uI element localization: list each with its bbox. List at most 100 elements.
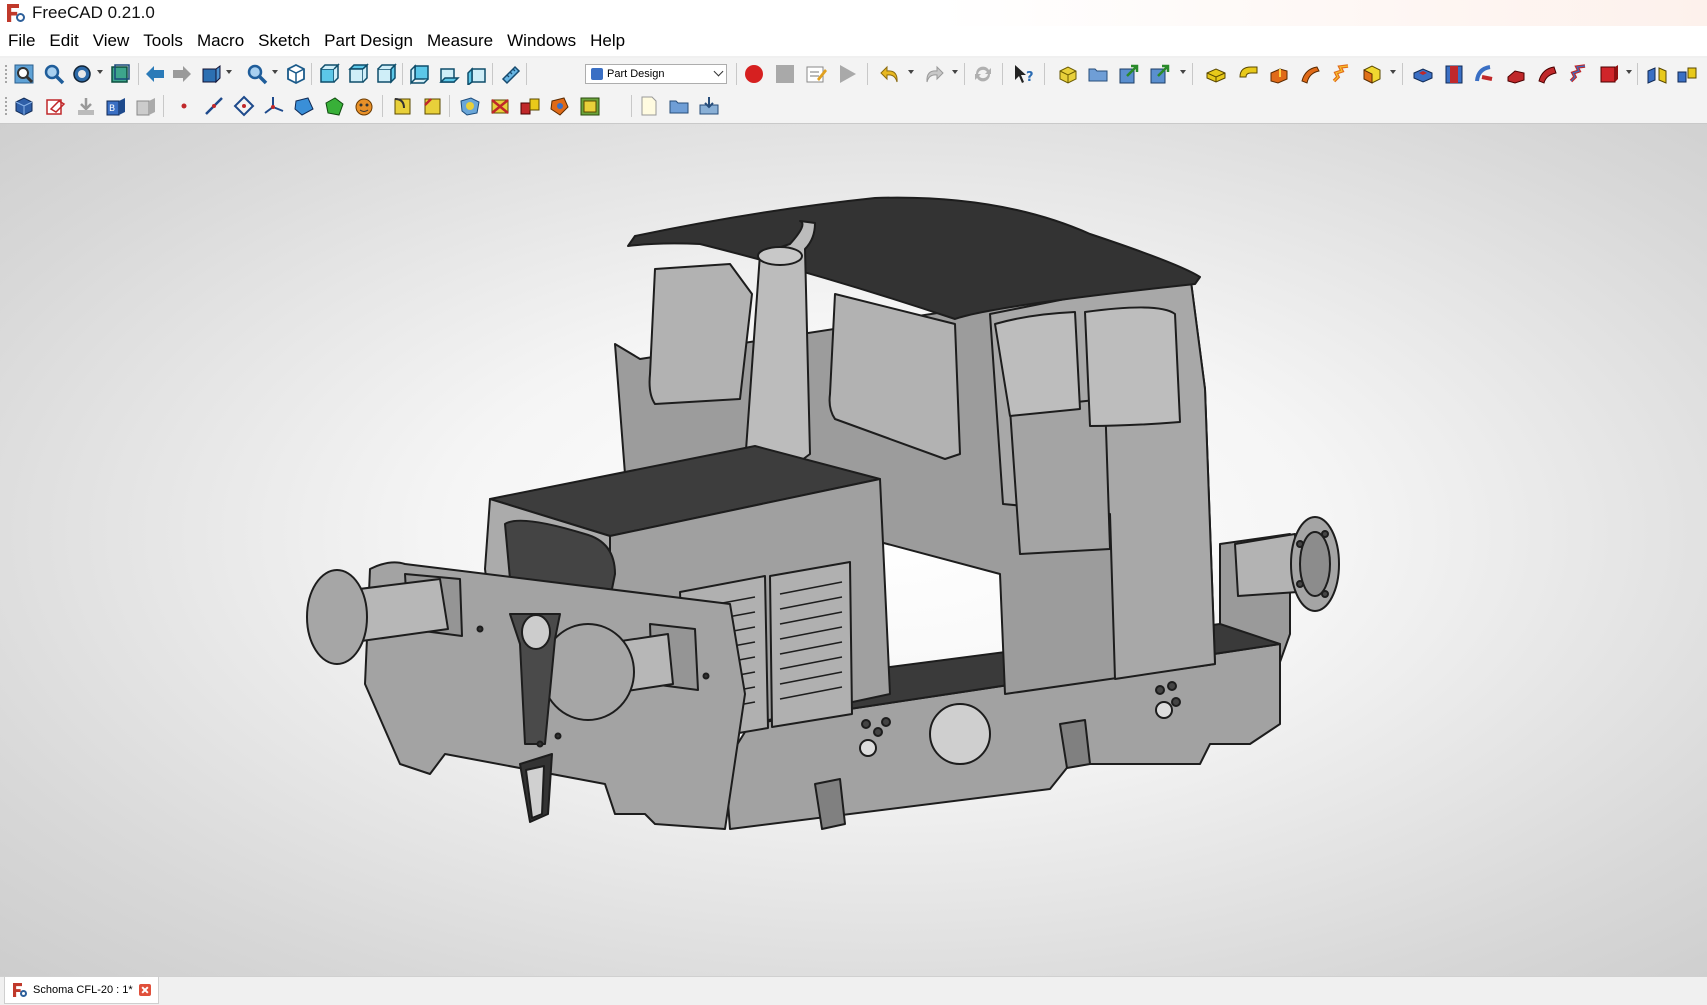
link-actions-dropdown-icon[interactable] bbox=[1180, 70, 1186, 74]
subtractive-pipe-icon[interactable] bbox=[1535, 62, 1559, 86]
clone-icon[interactable] bbox=[134, 94, 158, 118]
toolbar-grip[interactable] bbox=[4, 96, 8, 116]
redo-icon[interactable] bbox=[922, 62, 946, 86]
fit-selection-icon[interactable] bbox=[42, 62, 66, 86]
rear-view-icon[interactable] bbox=[408, 62, 432, 86]
additive-tools-icon[interactable] bbox=[578, 94, 602, 118]
std-views-icon[interactable] bbox=[245, 62, 269, 86]
subtractive-primitive-icon[interactable] bbox=[1597, 62, 1621, 86]
fit-all-icon[interactable] bbox=[12, 62, 36, 86]
toolbar-separator bbox=[1002, 63, 1003, 85]
groove-icon[interactable] bbox=[1473, 62, 1497, 86]
chamfer-icon[interactable] bbox=[421, 94, 445, 118]
undo-dropdown-icon[interactable] bbox=[908, 70, 914, 74]
std-views-dropdown-icon[interactable] bbox=[272, 70, 278, 74]
workbench-selected-label: Part Design bbox=[607, 68, 665, 80]
workbench-selector[interactable]: Part Design bbox=[585, 64, 727, 84]
save-document-icon[interactable] bbox=[697, 94, 721, 118]
menu-sketch[interactable]: Sketch bbox=[251, 26, 317, 56]
datum-plane-icon[interactable] bbox=[232, 94, 256, 118]
right-view-icon[interactable] bbox=[374, 62, 398, 86]
sub-shape-binder-icon[interactable] bbox=[292, 94, 316, 118]
toolbar-separator bbox=[964, 63, 965, 85]
macro-record-icon[interactable] bbox=[742, 62, 766, 86]
clone2-icon[interactable] bbox=[352, 94, 376, 118]
draw-style-dropdown-icon[interactable] bbox=[97, 70, 103, 74]
document-tab[interactable]: Schoma CFL-20 : 1* bbox=[4, 977, 159, 1004]
measure-distance-icon[interactable] bbox=[498, 62, 522, 86]
undo-icon[interactable] bbox=[878, 62, 902, 86]
pocket-icon[interactable] bbox=[1411, 62, 1435, 86]
open-document-icon[interactable] bbox=[667, 94, 691, 118]
macro-edit-icon[interactable] bbox=[804, 62, 828, 86]
menu-help[interactable]: Help bbox=[583, 26, 632, 56]
linear-pattern-icon[interactable] bbox=[1675, 62, 1699, 86]
subtractive-primitive-dropdown-icon[interactable] bbox=[1626, 70, 1632, 74]
toolbar-separator bbox=[1044, 63, 1045, 85]
pad-icon[interactable] bbox=[1204, 62, 1228, 86]
back-icon[interactable] bbox=[143, 62, 167, 86]
svg-text:B: B bbox=[109, 104, 115, 114]
locomotive-model[interactable] bbox=[0, 124, 1707, 976]
datum-point-icon[interactable] bbox=[172, 94, 196, 118]
thickness-icon[interactable] bbox=[488, 94, 512, 118]
macro-stop-icon[interactable] bbox=[773, 62, 797, 86]
macro-run-icon[interactable] bbox=[835, 62, 859, 86]
toolbar-grip[interactable] bbox=[4, 64, 8, 84]
additive-primitive-icon[interactable] bbox=[1360, 62, 1384, 86]
sync-view-dropdown-icon[interactable] bbox=[226, 70, 232, 74]
additive-loft-icon[interactable] bbox=[1267, 62, 1291, 86]
menu-windows[interactable]: Windows bbox=[500, 26, 583, 56]
new-document-icon[interactable] bbox=[637, 94, 661, 118]
menu-edit[interactable]: Edit bbox=[42, 26, 85, 56]
toolbar-separator bbox=[449, 95, 450, 117]
part-icon[interactable] bbox=[1056, 62, 1080, 86]
body-icon[interactable] bbox=[12, 94, 36, 118]
local-cs-icon[interactable] bbox=[262, 94, 286, 118]
forward-icon[interactable] bbox=[170, 62, 194, 86]
shape-binder2-icon[interactable] bbox=[322, 94, 346, 118]
group-icon[interactable] bbox=[1086, 62, 1110, 86]
subtractive-helix-icon[interactable] bbox=[1566, 62, 1590, 86]
close-icon[interactable] bbox=[138, 984, 151, 996]
boolean-icon[interactable] bbox=[548, 94, 572, 118]
subtractive-loft-icon[interactable] bbox=[1504, 62, 1528, 86]
3d-viewport[interactable] bbox=[0, 124, 1707, 976]
menu-file[interactable]: File bbox=[0, 26, 42, 56]
refresh-icon[interactable] bbox=[971, 62, 995, 86]
link-actions-icon[interactable] bbox=[1148, 62, 1172, 86]
datum-line-icon[interactable] bbox=[202, 94, 226, 118]
toolbar-separator bbox=[492, 63, 493, 85]
shape-binder-icon[interactable]: B bbox=[104, 94, 128, 118]
menu-macro[interactable]: Macro bbox=[190, 26, 251, 56]
isometric-icon[interactable] bbox=[284, 62, 308, 86]
additive-primitive-dropdown-icon[interactable] bbox=[1390, 70, 1396, 74]
menu-tools[interactable]: Tools bbox=[136, 26, 190, 56]
fillet-icon[interactable] bbox=[391, 94, 415, 118]
link-icon[interactable] bbox=[1117, 62, 1141, 86]
new-sketch-icon[interactable] bbox=[44, 94, 68, 118]
redo-dropdown-icon[interactable] bbox=[952, 70, 958, 74]
document-tab-bar: Schoma CFL-20 : 1* bbox=[0, 976, 1707, 1005]
draw-style-icon[interactable] bbox=[70, 62, 94, 86]
menu-view[interactable]: View bbox=[86, 26, 137, 56]
revolution-icon[interactable] bbox=[1236, 62, 1260, 86]
sync-view-icon[interactable] bbox=[199, 62, 223, 86]
top-view-icon[interactable] bbox=[346, 62, 370, 86]
additive-helix-icon[interactable] bbox=[1329, 62, 1353, 86]
toolbar-separator bbox=[311, 63, 312, 85]
mirrored-icon[interactable] bbox=[1645, 62, 1669, 86]
menu-part-design[interactable]: Part Design bbox=[317, 26, 420, 56]
front-view-icon[interactable] bbox=[317, 62, 341, 86]
bottom-view-icon[interactable] bbox=[437, 62, 461, 86]
whats-this-icon[interactable]: ? bbox=[1012, 62, 1036, 86]
hole-icon[interactable] bbox=[1442, 62, 1466, 86]
draft-icon[interactable] bbox=[458, 94, 482, 118]
bounding-box-icon[interactable] bbox=[108, 62, 132, 86]
additive-pipe-icon[interactable] bbox=[1298, 62, 1322, 86]
multi-transform-icon[interactable] bbox=[518, 94, 542, 118]
left-view-icon[interactable] bbox=[465, 62, 489, 86]
toolbar-separator bbox=[631, 95, 632, 117]
validate-sketch-icon[interactable] bbox=[74, 94, 98, 118]
menu-measure[interactable]: Measure bbox=[420, 26, 500, 56]
